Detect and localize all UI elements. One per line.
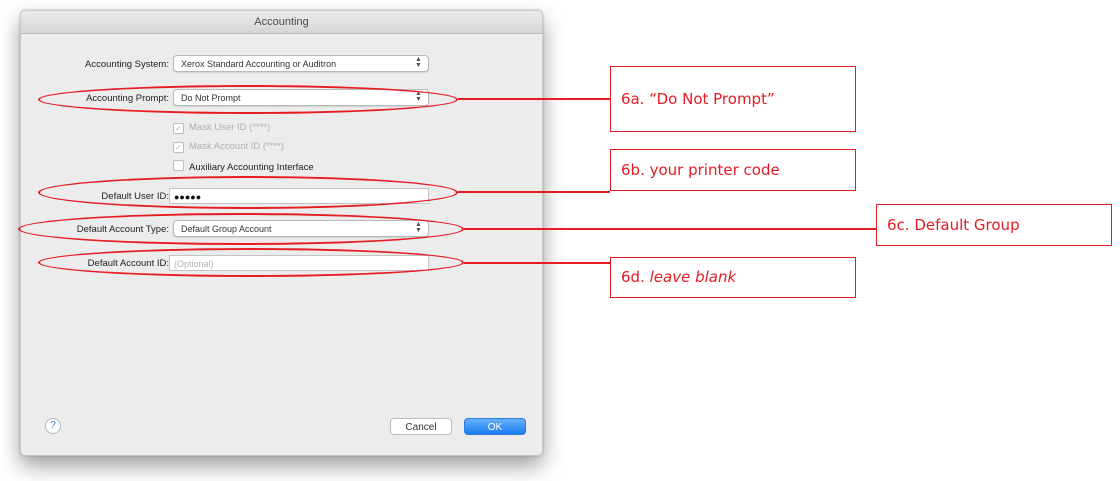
accounting-system-label: Accounting System: — [85, 59, 169, 70]
callout-6a: 6a. “Do Not Prompt” — [610, 66, 856, 132]
callout-6a-prefix: 6a. — [621, 90, 645, 108]
chevron-updown-icon: ▲ ▼ — [415, 56, 422, 69]
accounting-system-value: Xerox Standard Accounting or Auditron — [181, 59, 337, 69]
checkmark-icon: ✓ — [173, 142, 184, 153]
highlight-ellipse-default-user-id — [38, 176, 458, 209]
cancel-button[interactable]: Cancel — [390, 418, 452, 435]
connector-line-6d — [464, 262, 610, 264]
mask-user-id-label: Mask User ID (****) — [189, 122, 271, 133]
checkmark-icon: ✓ — [173, 123, 184, 134]
callout-6c-prefix: 6c. — [887, 216, 910, 234]
auxiliary-accounting-checkbox[interactable]: Auxiliary Accounting Interface — [173, 160, 314, 174]
callout-6a-text: “Do Not Prompt” — [649, 90, 775, 108]
callout-6b-prefix: 6b. — [621, 161, 645, 179]
callout-6d: 6d. leave blank — [610, 257, 856, 298]
mask-account-id-checkbox[interactable]: ✓ Mask Account ID (****) — [173, 141, 284, 153]
highlight-ellipse-default-account-id — [38, 248, 464, 277]
highlight-ellipse-default-account-type — [18, 213, 464, 245]
connector-line-6b — [458, 191, 610, 193]
auxiliary-accounting-label: Auxiliary Accounting Interface — [189, 162, 314, 173]
highlight-ellipse-accounting-prompt — [38, 85, 458, 114]
mask-account-id-label: Mask Account ID (****) — [189, 141, 285, 152]
callout-6b-text: your printer code — [649, 161, 780, 179]
callout-6c: 6c. Default Group — [876, 204, 1112, 246]
ok-button[interactable]: OK — [464, 418, 526, 435]
mask-user-id-checkbox[interactable]: ✓ Mask User ID (****) — [173, 122, 270, 134]
accounting-system-popup[interactable]: Xerox Standard Accounting or Auditron ▲ ▼ — [173, 55, 429, 72]
callout-6b: 6b. your printer code — [610, 149, 856, 191]
callout-6c-text: Default Group — [914, 216, 1020, 234]
connector-line-6a — [458, 98, 610, 100]
callout-6d-text: leave blank — [649, 268, 737, 286]
checkbox-box — [173, 160, 184, 171]
help-button[interactable]: ? — [45, 418, 61, 434]
callout-6d-prefix: 6d. — [621, 268, 645, 286]
connector-line-6c — [464, 228, 876, 230]
window-title: Accounting — [21, 11, 542, 34]
